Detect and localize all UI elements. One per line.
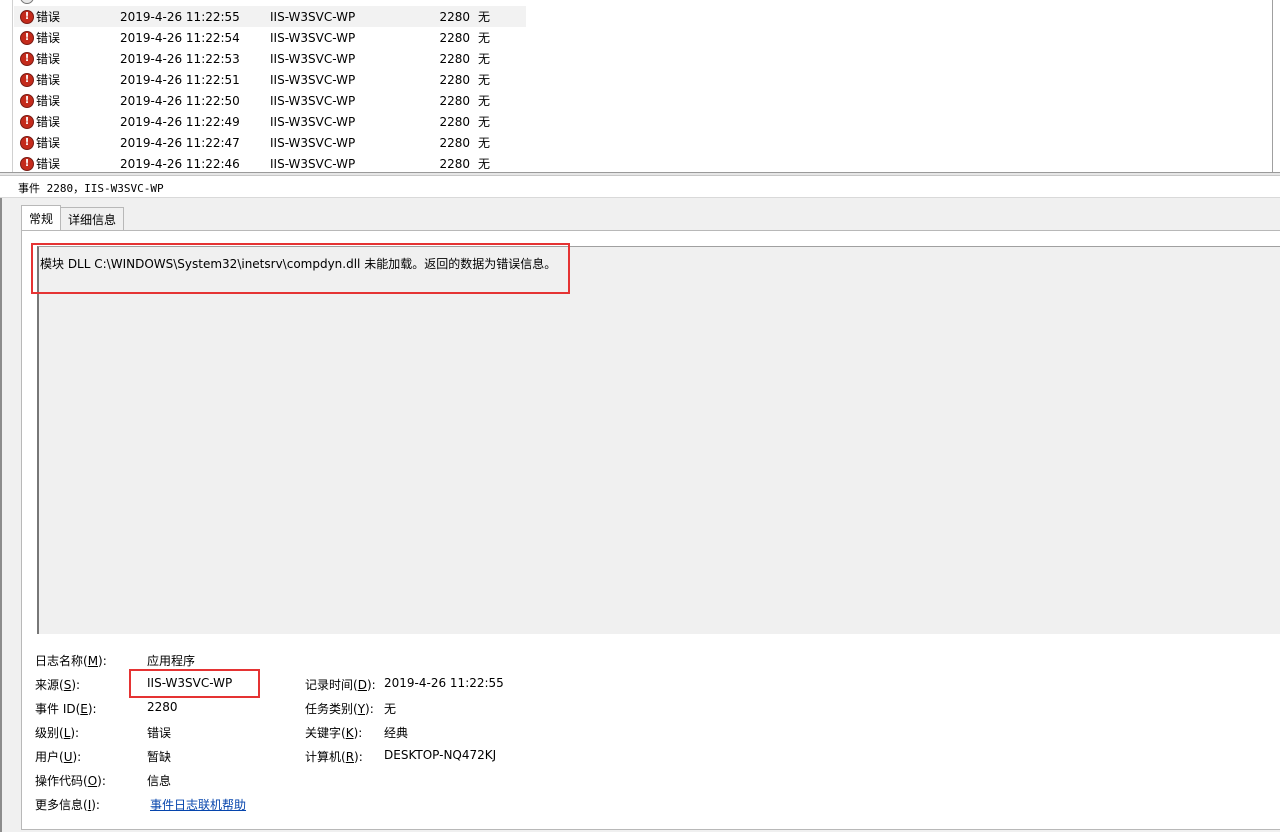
row-task-category: 无 — [478, 94, 491, 108]
row-datetime: 2019-4-26 11:22:53 — [120, 51, 240, 66]
source-label: 来源(S): — [35, 678, 81, 692]
row-datetime: 2019-4-26 11:22:51 — [120, 72, 240, 87]
row-source: IIS-W3SVC-WP — [270, 30, 356, 45]
row-event-id: 2280 — [439, 135, 470, 150]
row-source: IIS-W3SVC-WP — [270, 156, 356, 171]
table-row[interactable]: ! 错误 2019-4-26 11:22:51 IIS-W3SVC-WP 2280 无 — [14, 69, 526, 90]
level-value: 错误 — [147, 726, 172, 740]
row-task-category: 无 — [478, 73, 491, 87]
table-row[interactable]: ! 错误 2019-4-26 11:22:49 IIS-W3SVC-WP 2280 无 — [14, 111, 526, 132]
error-icon: ! — [20, 135, 34, 150]
event-detail-title: 事件 2280，IIS-W3SVC-WP — [18, 182, 164, 195]
detail-tabs: 常规 详细信息 — [21, 205, 125, 231]
event-message-box[interactable] — [37, 246, 1280, 634]
row-source: IIS-W3SVC-WP — [270, 114, 356, 129]
message-highlight-box — [31, 243, 570, 294]
log-name-value: 应用程序 — [147, 654, 196, 668]
logged-value: 2019-4-26 11:22:55 — [384, 676, 504, 690]
row-event-id: 2280 — [439, 9, 470, 24]
task-category-label: 任务类别(Y): — [305, 702, 374, 716]
row-event-id: 2280 — [439, 30, 470, 45]
row-task-category: 无 — [478, 52, 491, 66]
tab-details[interactable]: 详细信息 — [60, 207, 125, 230]
source-highlight-box — [129, 669, 260, 698]
row-datetime: 2019-4-26 11:22:50 — [120, 93, 240, 108]
row-datetime: 2019-4-26 11:22:47 — [120, 135, 240, 150]
computer-value: DESKTOP-NQ472KJ — [384, 748, 497, 762]
keywords-value: 经典 — [384, 726, 409, 740]
row-source: IIS-W3SVC-WP — [270, 135, 356, 150]
error-icon: ! — [20, 93, 34, 108]
error-icon: ! — [20, 51, 34, 66]
tab-general[interactable]: 常规 — [21, 205, 62, 230]
partial-list-row[interactable] — [14, 0, 526, 4]
computer-label: 计算机(R): — [305, 750, 363, 764]
row-task-category: 无 — [478, 31, 491, 45]
opcode-label: 操作代码(O): — [35, 774, 106, 788]
event-id-label: 事件 ID(E): — [35, 702, 97, 716]
more-info-label: 更多信息(I): — [35, 798, 100, 812]
error-icon: ! — [20, 30, 34, 45]
error-icon: ! — [20, 9, 34, 24]
error-icon: ! — [20, 156, 34, 171]
row-event-id: 2280 — [439, 156, 470, 171]
row-task-category: 无 — [478, 157, 491, 171]
row-task-category: 无 — [478, 115, 491, 129]
table-row[interactable]: ! 错误 2019-4-26 11:22:54 IIS-W3SVC-WP 2280 无 — [14, 27, 526, 48]
level-label: 级别(L): — [35, 726, 80, 740]
row-event-id: 2280 — [439, 51, 470, 66]
online-help-link[interactable]: 事件日志联机帮助 — [150, 796, 246, 813]
row-datetime: 2019-4-26 11:22:46 — [120, 156, 240, 171]
event-list: ! 错误 2019-4-26 11:22:55 IIS-W3SVC-WP 2280 无! 错… — [0, 0, 1280, 172]
user-value: 暂缺 — [147, 750, 172, 764]
row-datetime: 2019-4-26 11:22:49 — [120, 114, 240, 129]
row-source: IIS-W3SVC-WP — [270, 93, 356, 108]
row-task-category: 无 — [478, 10, 491, 24]
row-level: 错误 — [36, 73, 61, 87]
row-level: 错误 — [36, 31, 61, 45]
row-level: 错误 — [36, 157, 61, 171]
log-name-label: 日志名称(M): — [35, 654, 107, 668]
table-row[interactable]: ! 错误 2019-4-26 11:22:55 IIS-W3SVC-WP 2280 无 — [14, 6, 526, 27]
info-icon — [20, 0, 34, 4]
event-detail-header: 事件 2280，IIS-W3SVC-WP — [0, 176, 1280, 198]
row-source: IIS-W3SVC-WP — [270, 72, 356, 87]
logged-label: 记录时间(D): — [305, 678, 376, 692]
table-row[interactable]: ! 错误 2019-4-26 11:22:53 IIS-W3SVC-WP 2280 无 — [14, 48, 526, 69]
row-level: 错误 — [36, 94, 61, 108]
row-level: 错误 — [36, 136, 61, 150]
row-event-id: 2280 — [439, 93, 470, 108]
row-level: 错误 — [36, 52, 61, 66]
row-datetime: 2019-4-26 11:22:55 — [120, 9, 240, 24]
row-task-category: 无 — [478, 136, 491, 150]
list-scrollbar-edge[interactable] — [1272, 0, 1273, 172]
row-event-id: 2280 — [439, 72, 470, 87]
task-category-value: 无 — [384, 702, 397, 716]
row-source: IIS-W3SVC-WP — [270, 9, 356, 24]
error-icon: ! — [20, 72, 34, 87]
table-row[interactable]: ! 错误 2019-4-26 11:22:47 IIS-W3SVC-WP 2280 无 — [14, 132, 526, 153]
list-left-border — [12, 0, 13, 172]
table-row[interactable]: ! 错误 2019-4-26 11:22:50 IIS-W3SVC-WP 2280 无 — [14, 90, 526, 111]
user-label: 用户(U): — [35, 750, 82, 764]
error-icon: ! — [20, 114, 34, 129]
row-source: IIS-W3SVC-WP — [270, 51, 356, 66]
row-event-id: 2280 — [439, 114, 470, 129]
opcode-value: 信息 — [147, 774, 172, 788]
row-datetime: 2019-4-26 11:22:54 — [120, 30, 240, 45]
event-id-value: 2280 — [147, 700, 178, 714]
keywords-label: 关键字(K): — [305, 726, 363, 740]
table-row[interactable]: ! 错误 2019-4-26 11:22:46 IIS-W3SVC-WP 2280 无 — [14, 153, 526, 172]
row-level: 错误 — [36, 115, 61, 129]
row-level: 错误 — [36, 10, 61, 24]
